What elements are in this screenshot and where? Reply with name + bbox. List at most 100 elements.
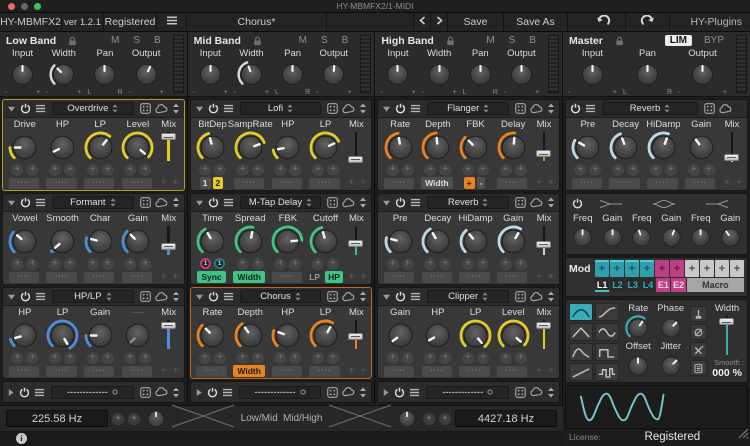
clipper-mod-add-button[interactable]: + [515,352,527,364]
high-band-m-button[interactable]: M [484,35,496,46]
m-tap-delay-tap-badge-1[interactable]: 1 [214,258,225,269]
save-as-button[interactable]: Save As [504,13,568,31]
clipper-mod-add-button[interactable]: + [439,352,451,364]
chorus-mod-add-button[interactable]: + [274,352,286,364]
hp-lp-lp-knob[interactable] [45,318,80,353]
midhigh-increment-button[interactable]: + [439,413,451,425]
phase-invert-button[interactable] [690,324,707,340]
mid-band-empty-selector[interactable]: ------------- [239,386,322,399]
reverb-pre-knob[interactable] [383,224,418,259]
formant-mod-add-button[interactable]: + [139,258,151,270]
flanger-randomize-button[interactable] [515,103,526,114]
hp-lp-option-button-3[interactable]: ···· [122,366,152,377]
reverb-mod-add-button[interactable]: + [402,258,414,270]
lofi-extra-add-button[interactable]: + [346,178,356,188]
overdrive-extra-add-button[interactable]: + [159,178,169,188]
formant-mod-add-button[interactable]: + [124,258,136,270]
clipper-preset-cloud-button[interactable] [530,292,543,302]
close-window-button[interactable] [8,3,15,10]
overdrive-level-knob[interactable] [120,130,155,165]
lofi-option-button-1[interactable]: ···· [234,178,264,189]
lofi-mod-add-button[interactable]: + [327,164,339,176]
reverb-mod-add-button[interactable]: + [477,258,489,270]
mod-tab-l2[interactable]: L2 [610,278,624,292]
chorus-preset-cloud-button[interactable] [342,292,355,302]
mod-slot-add-button-7[interactable]: + [700,260,714,277]
mod-tab-l1[interactable]: L1 [595,278,609,292]
high-band-empty-move-button[interactable] [547,387,555,398]
lofi-lp-knob[interactable] [308,130,343,165]
flanger-preset-cloud-button[interactable] [530,104,543,114]
lfo-offset-knob[interactable] [624,352,652,380]
mid-band-empty-randomize-button[interactable] [327,387,338,398]
square-wave-button[interactable] [595,343,619,361]
formant-option-button-1[interactable]: ···· [46,272,76,283]
zoom-window-button[interactable] [34,3,41,10]
chorus-mod-add-button[interactable]: + [327,352,339,364]
hp-lp-menu-button[interactable] [35,292,46,301]
eq-band-4-freq-knob[interactable] [687,224,714,251]
flanger-mod-add-button[interactable]: + [439,164,451,176]
lfo-width-slider[interactable] [718,314,736,357]
clipper-mod-add-button[interactable]: + [500,352,512,364]
high-band-s-button[interactable]: S [507,35,518,46]
mod-tab-e1[interactable]: E1 [656,278,670,292]
overdrive-preset-cloud-button[interactable] [155,104,168,114]
clipper-mix-slider[interactable] [535,318,553,351]
hp-lp-move-button[interactable] [172,291,180,302]
overdrive-option-button-3[interactable]: ···· [122,178,152,189]
m-tap-delay-mix-slider[interactable] [347,224,365,257]
reverb-extra-add-button[interactable]: + [546,272,556,282]
mid-band-pan-knob[interactable] [277,59,308,90]
reverb-mod-add-button[interactable]: + [462,258,474,270]
m-tap-delay-mod-add-button[interactable]: + [274,258,286,270]
lofi-mod-add-button[interactable]: + [274,164,286,176]
preset-prev-button[interactable] [414,13,431,31]
lofi-move-button[interactable] [359,103,367,114]
high-band-input-knob[interactable] [382,59,413,90]
low-band-m-button[interactable]: M [109,35,121,46]
hp-lp-gain-knob[interactable] [83,318,118,353]
low-band-pan-knob[interactable] [89,59,120,90]
mid-band-empty-power-button[interactable] [207,387,218,398]
midhigh-crossover-knob[interactable] [395,407,419,431]
chorus-lp-knob[interactable] [308,318,343,353]
formant-mod-add-button[interactable]: + [26,258,38,270]
m-tap-delay-lp-button[interactable]: LP [306,271,323,283]
mod-tab-l3[interactable]: L3 [626,278,640,292]
high-band-empty-cloud-button[interactable] [530,387,543,397]
lofi-randomize-button[interactable] [327,103,338,114]
mid-band-input-knob[interactable] [195,59,226,90]
flanger-item-button[interactable]: + [464,177,475,189]
master-lim-button[interactable]: LIM [665,35,692,46]
clipper-mod-add-button[interactable]: + [477,352,489,364]
chorus-option-button-0[interactable]: ···· [196,366,226,377]
m-tap-delay-hp-button[interactable]: HP [325,271,343,283]
clipper-extra-add-button[interactable]: + [534,366,544,376]
hp-lp-extra-add-button[interactable]: + [159,366,169,376]
clipper-collapse-button[interactable] [382,293,391,301]
mid-band-output-knob[interactable] [318,59,349,90]
clipper-mod-add-button[interactable]: + [387,352,399,364]
high-band-output-knob[interactable] [506,59,537,90]
reverb-collapse-button[interactable] [382,199,391,207]
overdrive-extra-add-button[interactable]: + [171,178,181,188]
reverb-mod-add-button[interactable]: + [665,164,677,176]
clipper-gain-knob[interactable] [383,318,418,353]
high-band-width-knob[interactable] [424,59,455,90]
mod-slot-add-button-3[interactable]: + [640,260,654,277]
flanger-mod-add-button[interactable]: + [462,164,474,176]
overdrive-mod-add-button[interactable]: + [124,164,136,176]
overdrive-option-button-1[interactable]: ···· [46,178,76,189]
reverb-menu-button[interactable] [585,104,596,113]
overdrive-lp-knob[interactable] [83,130,118,165]
overdrive-drive-knob[interactable] [7,130,42,165]
m-tap-delay-cutoff-knob[interactable] [308,224,343,259]
reverb-mod-add-button[interactable]: + [387,258,399,270]
low-band-empty-cloud-button[interactable] [155,387,168,397]
mod-slot-add-button-2[interactable]: + [625,260,639,277]
reverb-preset-cloud-button[interactable] [530,198,543,208]
flanger-mod-add-button[interactable]: + [387,164,399,176]
reverb-randomize-button[interactable] [704,103,715,114]
master-output-knob[interactable] [687,59,718,90]
